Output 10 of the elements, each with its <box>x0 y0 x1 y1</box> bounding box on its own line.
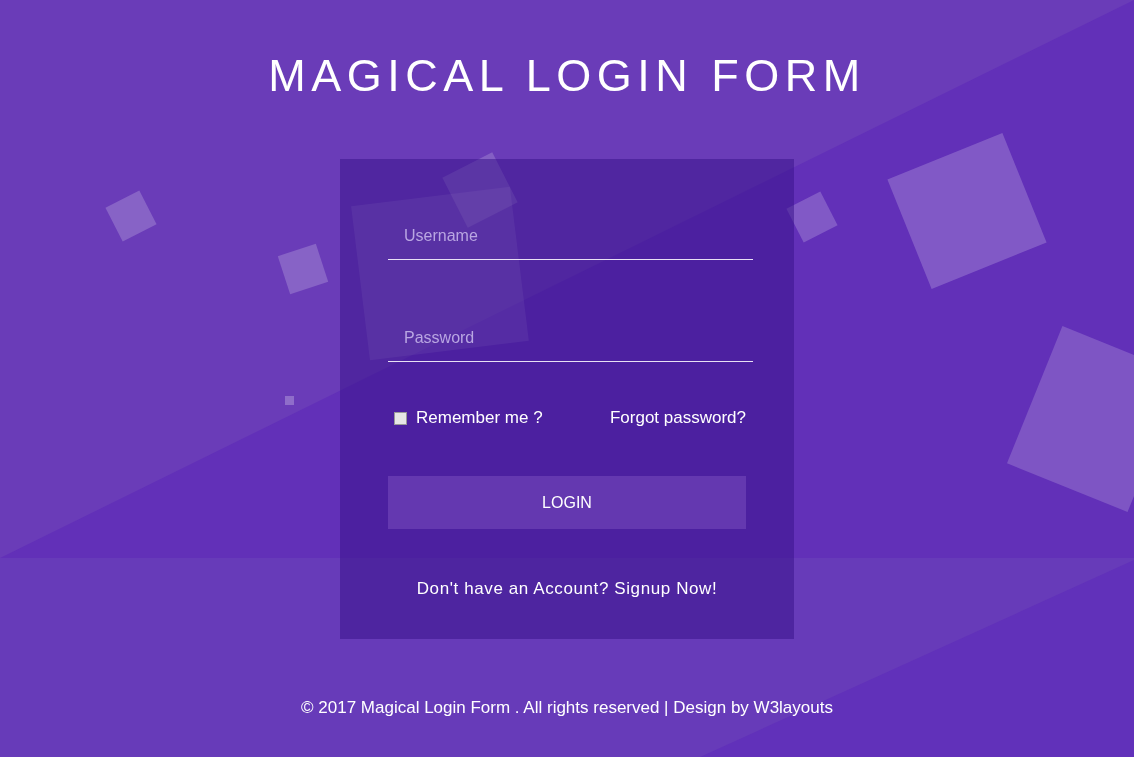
login-button[interactable]: LOGIN <box>388 476 746 529</box>
username-field[interactable]: Username <box>388 219 753 260</box>
footer-text: © 2017 Magical Login Form . All rights reserved | Design by W3layouts <box>301 698 833 718</box>
floating-square <box>285 396 294 405</box>
password-field[interactable]: Password <box>388 321 753 362</box>
page-title: MAGICAL LOGIN FORM <box>268 50 866 102</box>
signup-link[interactable]: Signup Now! <box>614 579 718 598</box>
forgot-password-link[interactable]: Forgot password? <box>609 408 746 428</box>
signup-prompt: Don't have an Account? <box>416 579 609 598</box>
remember-label: Remember me ? <box>416 408 543 428</box>
